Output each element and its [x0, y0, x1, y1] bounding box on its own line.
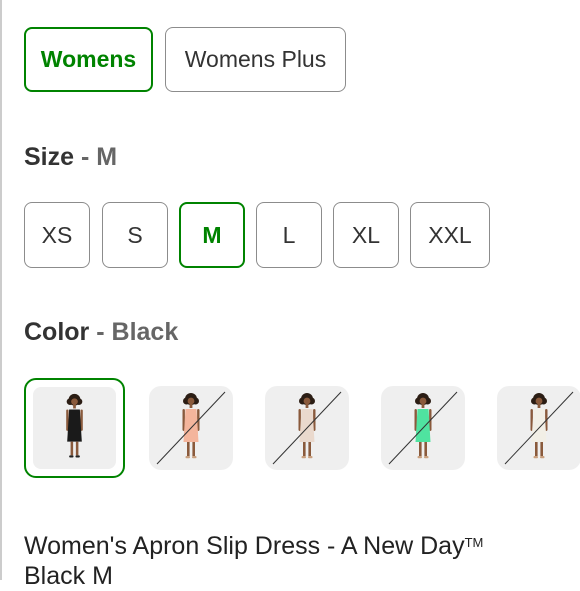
size-heading-label: Size	[24, 143, 75, 171]
size-heading: Size - M	[24, 143, 117, 172]
product-subtitle: Black M	[24, 562, 113, 590]
unavailable-strike-icon	[388, 391, 458, 465]
color-heading-label: Color	[24, 318, 90, 346]
color-selected-value: Black	[111, 318, 179, 346]
size-option-label: XL	[351, 221, 381, 248]
color-heading: Color - Black	[24, 318, 178, 347]
fit-option-womens-label: Womens	[40, 46, 137, 72]
dress-model-image	[66, 393, 83, 458]
size-option-l[interactable]: L	[256, 202, 322, 268]
size-heading-separator: -	[80, 143, 90, 171]
fit-option-womens-plus-label: Womens Plus	[184, 46, 327, 72]
product-title-text: Women's Apron Slip Dress - A New Day	[24, 532, 465, 560]
color-swatch-ivory[interactable]	[497, 386, 580, 470]
color-swatch-black[interactable]	[24, 378, 125, 478]
product-title: Women's Apron Slip Dress - A New DayTM B…	[24, 528, 483, 591]
size-option-m[interactable]: M	[179, 202, 245, 268]
fit-option-womens[interactable]: Womens	[24, 27, 153, 92]
size-option-xl[interactable]: XL	[333, 202, 399, 268]
trademark-mark: TM	[464, 535, 484, 550]
size-option-label: S	[127, 221, 143, 248]
color-swatch-thumbnail	[497, 386, 580, 470]
size-option-xxl[interactable]: XXL	[410, 202, 490, 268]
color-swatch-green[interactable]	[381, 386, 465, 470]
size-selected-value: M	[96, 143, 118, 171]
color-swatch-peach[interactable]	[149, 386, 233, 470]
color-swatch-thumbnail	[149, 386, 233, 470]
unavailable-strike-icon	[504, 391, 574, 465]
color-heading-separator: -	[96, 318, 105, 346]
fit-option-womens-plus[interactable]: Womens Plus	[165, 27, 346, 92]
size-option-label: L	[282, 221, 296, 248]
size-option-label: XXL	[428, 221, 472, 248]
unavailable-strike-icon	[272, 391, 342, 465]
color-swatch-thumbnail	[381, 386, 465, 470]
size-option-s[interactable]: S	[102, 202, 168, 268]
size-option-label: XS	[41, 221, 73, 248]
color-swatch-thumbnail	[265, 386, 349, 470]
unavailable-strike-icon	[156, 391, 226, 465]
color-swatch-thumbnail	[33, 387, 116, 469]
size-option-xs[interactable]: XS	[24, 202, 90, 268]
color-swatch-cream[interactable]	[265, 386, 349, 470]
left-edge-divider	[0, 0, 2, 580]
size-option-label: M	[202, 221, 222, 248]
